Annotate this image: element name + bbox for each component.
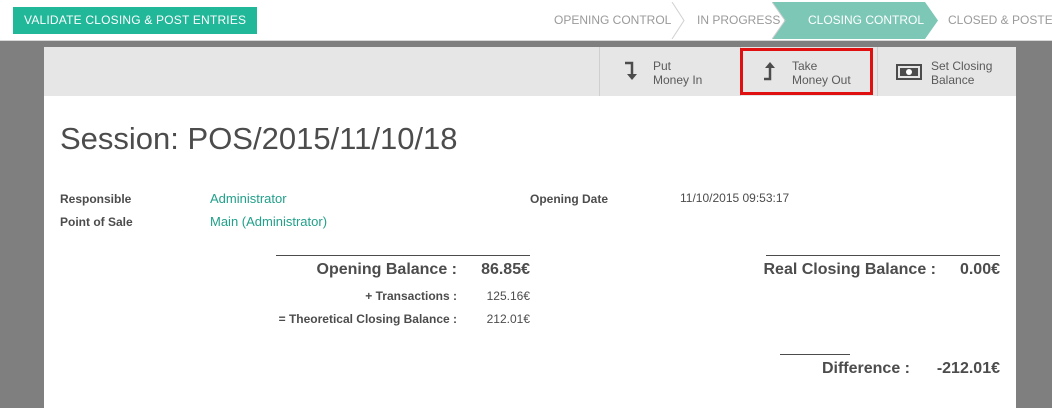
- transactions-label: + Transactions :: [365, 289, 457, 303]
- opening-date-label: Opening Date: [530, 192, 609, 206]
- difference-rule: [780, 354, 850, 355]
- set-closing-label-2: Balance: [931, 73, 975, 87]
- step-in-progress[interactable]: IN PROGRESS: [697, 2, 780, 39]
- chevron-separator-icon: [772, 2, 786, 39]
- validate-closing-button[interactable]: VALIDATE CLOSING & POST ENTRIES: [13, 7, 258, 34]
- set-closing-balance-button[interactable]: Set Closing Balance: [877, 47, 1017, 96]
- responsible-label: Responsible: [60, 192, 132, 206]
- real-closing-label: Real Closing Balance :: [763, 261, 937, 278]
- set-closing-label-1: Set Closing: [931, 59, 993, 73]
- highlight-box: [740, 48, 873, 95]
- step-closing-control[interactable]: CLOSING CONTROL: [808, 2, 924, 39]
- put-money-in-button[interactable]: Put Money In: [599, 47, 740, 96]
- page-title: Session: POS/2015/11/10/18: [60, 121, 458, 156]
- chevron-separator-icon: [671, 2, 685, 39]
- money-bill-icon: [896, 64, 922, 80]
- difference-value: -212.01€: [936, 360, 1000, 377]
- transactions-value: 125.16€: [486, 289, 530, 303]
- put-money-label-2: Money In: [653, 73, 703, 87]
- status-steps: OPENING CONTROL IN PROGRESS CLOSING CONT…: [540, 2, 1052, 39]
- responsible-link[interactable]: Administrator: [210, 191, 287, 206]
- step-opening-control[interactable]: OPENING CONTROL: [554, 2, 671, 39]
- real-closing-rule: [766, 255, 1000, 256]
- opening-balance-value: 86.85€: [481, 261, 530, 278]
- step-closed-posted[interactable]: CLOSED & POSTED: [948, 2, 1052, 39]
- opening-date-value: 11/10/2015 09:53:17: [680, 191, 790, 205]
- theoretical-balance-value: 212.01€: [486, 312, 530, 326]
- real-closing-value[interactable]: 0.00€: [940, 261, 1000, 279]
- difference-label: Difference :: [821, 360, 910, 377]
- opening-balance-label: Opening Balance :: [316, 261, 457, 278]
- point-of-sale-label: Point of Sale: [60, 215, 133, 229]
- point-of-sale-link[interactable]: Main (Administrator): [210, 214, 327, 229]
- status-bar: VALIDATE CLOSING & POST ENTRIES OPENING …: [0, 0, 1052, 41]
- theoretical-balance-label: = Theoretical Closing Balance :: [278, 312, 457, 326]
- put-money-label-1: Put: [653, 59, 672, 73]
- chevron-separator-icon: [925, 2, 938, 39]
- opening-balance-rule: [276, 255, 530, 256]
- arrow-down-in-icon: [625, 61, 637, 80]
